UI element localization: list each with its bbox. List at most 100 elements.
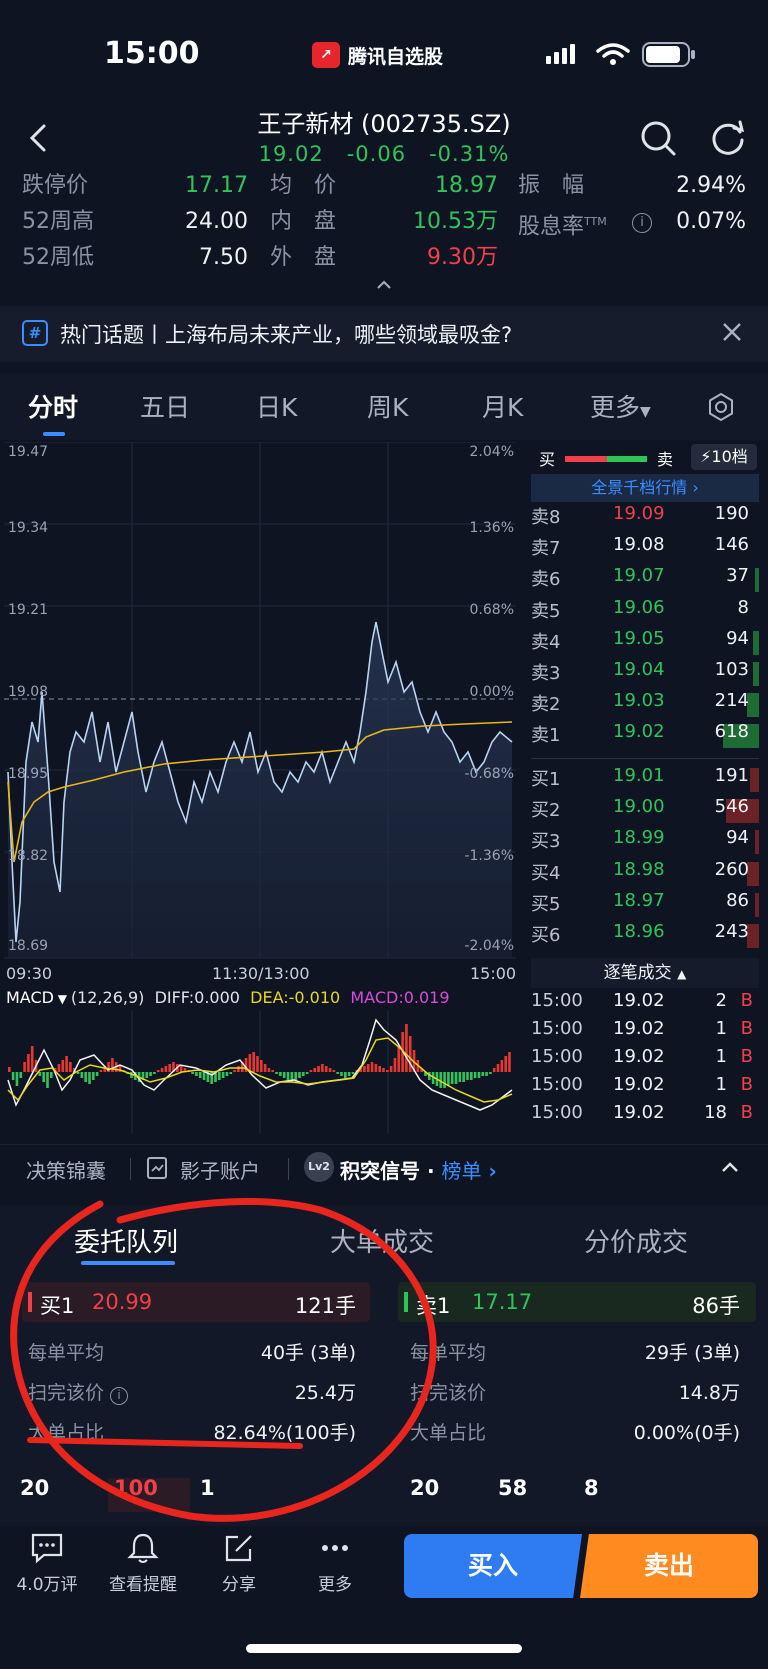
ask-level-row[interactable]: 卖8 19.09 190 [531,503,761,534]
divider [288,1158,289,1180]
bid-level-row[interactable]: 买4 18.98 260 [531,859,761,890]
macd-histogram-bar [263,1064,267,1072]
y-tick-left: 18.95 [8,766,49,782]
tick-row: 15:00 19.02 18 B [531,1102,761,1130]
macd-histogram-bar [8,1067,11,1072]
macd-histogram-bar [225,1072,229,1076]
search-icon[interactable] [638,118,678,158]
time-label-noon: 11:30/13:00 [212,964,310,983]
macd-histogram-bar [279,1072,282,1076]
bid-level-row[interactable]: 买5 18.97 86 [531,890,761,921]
volume-bar [753,662,759,686]
close-icon[interactable] [720,320,744,344]
tab-weekly-k[interactable]: 周K [367,388,408,424]
macd-histogram-bar [95,1072,99,1076]
nav-alerts[interactable]: 查看提醒 [100,1532,186,1595]
settings-icon[interactable] [706,392,736,422]
intraday-chart[interactable] [4,442,516,962]
info-icon[interactable]: i [632,213,652,233]
stat-52w-low-value: 7.50 [199,245,248,270]
macd-histogram-bar [46,1072,49,1088]
macd-histogram-bar [179,1066,183,1072]
app-name: 腾讯自选股 [348,45,444,68]
levels-button[interactable]: ⚡10档 [691,444,757,470]
macd-histogram-bar [11,1072,15,1080]
macd-histogram-bar [302,1072,305,1076]
macd-chart[interactable] [4,1010,516,1134]
y-tick-right: 0.00% [469,684,514,700]
level-label: 卖1 [531,725,561,747]
macd-histogram-bar [473,1072,477,1078]
level-price: 18.98 [613,858,665,880]
ask-level-row[interactable]: 卖4 19.05 94 [531,628,761,659]
hot-topic-text[interactable]: 热门话题丨上海布局未来产业，哪些领域最吸金? [60,319,512,349]
macd-histogram-bar [229,1072,233,1074]
stat-outer-value: 9.30万 [427,245,498,270]
nav-more[interactable]: 更多 [292,1532,378,1595]
collapse-caret-icon[interactable] [376,280,392,290]
macd-histogram-bar [466,1072,469,1080]
buy-button[interactable]: 买入 [404,1534,582,1598]
macd-histogram-bar [305,1072,309,1074]
ask-level-row[interactable]: 卖5 19.06 8 [531,597,761,628]
bid-level-row[interactable]: 买3 18.99 94 [531,827,761,858]
ask-level-row[interactable]: 卖1 19.02 618 [531,721,761,752]
macd-histogram-bar [191,1072,194,1074]
bid-level-row[interactable]: 买6 18.96 243 [531,921,761,952]
full-depth-link[interactable]: 全景千档行情 › [531,474,759,502]
ask-level-row[interactable]: 卖2 19.03 214 [531,690,761,721]
volume-bar [755,830,759,855]
tab-monthly-k[interactable]: 月K [482,388,523,424]
refresh-icon[interactable] [708,118,748,158]
hashtag-icon: # [22,320,48,346]
nav-share[interactable]: 分享 [196,1532,282,1595]
rank-link[interactable]: 榜单 [442,1159,482,1183]
battery-icon [642,42,695,67]
level-volume: 214 [714,690,749,712]
decision-kit-link[interactable]: 决策锦囊 [26,1155,106,1184]
level-label: 卖5 [531,600,561,622]
level-volume: 103 [714,659,749,680]
ask-level-row[interactable]: 卖6 19.07 37 [531,565,761,596]
lv2-badge-icon: Lv2 [304,1152,334,1182]
macd-histogram-bar [489,1072,492,1074]
nav-comments[interactable]: 4.0万评 [4,1532,90,1595]
macd-histogram-bar [57,1064,61,1072]
macd-histogram-bar [50,1072,53,1078]
macd-histogram-bar [382,1068,385,1072]
y-tick-left: 19.21 [8,602,49,618]
chevron-up-icon[interactable] [720,1160,740,1174]
price-change: -0.06 [346,142,407,166]
ask-level-row[interactable]: 卖7 19.08 146 [531,534,761,565]
macd-histogram-bar [23,1062,26,1072]
macd-histogram-bar [454,1072,458,1084]
macd-histogram-bar [317,1066,320,1072]
macd-histogram-bar [366,1064,370,1072]
macd-indicator-select[interactable]: MACD [6,988,54,1007]
macd-histogram-bar [332,1070,336,1072]
level-volume: 546 [714,796,749,818]
bid-level-row[interactable]: 买1 19.01 191 [531,765,761,796]
bid-level-row[interactable]: 买2 19.00 546 [531,796,761,827]
sell-button[interactable]: 卖出 [580,1534,758,1598]
time-label-open: 09:30 [6,964,53,983]
dropdown-caret-icon[interactable]: ▼ [54,992,71,1006]
volume-bar [755,568,759,593]
divider [130,1158,131,1180]
signal-link[interactable]: 积突信号 · 榜单 › [340,1155,497,1184]
tab-price-volume[interactable]: 分价成交 [584,1222,688,1259]
level-label: 卖7 [531,538,561,560]
macd-histogram-bar [252,1052,255,1072]
macd-histogram-bar [389,1066,393,1072]
tab-five-day[interactable]: 五日 [140,388,190,424]
ask-level-row[interactable]: 卖3 19.04 103 [531,659,761,690]
sell-sweep-value: 14.8万 [678,1382,740,1404]
tab-more[interactable]: 更多▼ [590,388,651,424]
macd-histogram-bar [84,1072,87,1082]
tab-daily-k[interactable]: 日K [256,388,297,424]
document-icon [147,1157,167,1179]
tab-intraday[interactable]: 分时 [28,388,78,424]
shadow-account-link[interactable]: 影子账户 [180,1155,260,1184]
macd-diff: DIFF:0.000 [154,988,240,1007]
ticks-header[interactable]: 逐笔成交 ▲ [531,958,759,988]
